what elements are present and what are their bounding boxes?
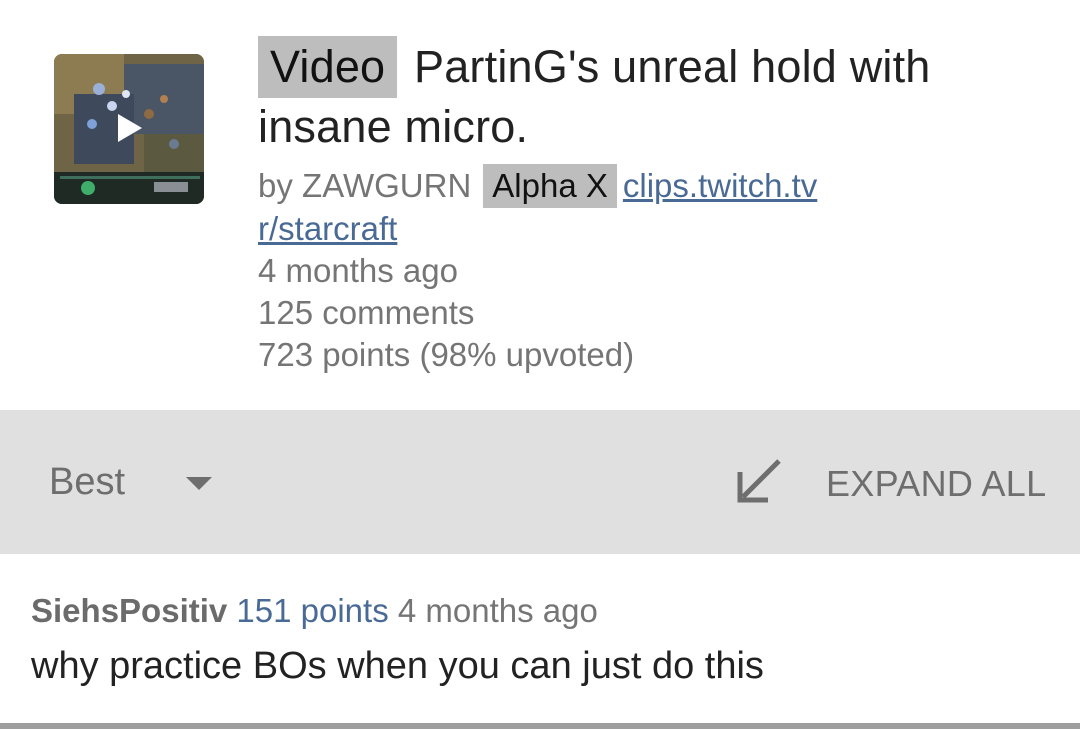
author-flair-badge: Alpha X bbox=[483, 164, 617, 208]
comment[interactable]: SiehsPositiv 151 points 4 months ago why… bbox=[0, 554, 1080, 724]
reddit-post-screen: Video PartinG's unreal hold with insane … bbox=[0, 0, 1080, 729]
post-author[interactable]: ZAWGURN bbox=[302, 167, 471, 204]
post-thumbnail[interactable] bbox=[54, 54, 204, 204]
post-age: 4 months ago bbox=[258, 252, 458, 289]
arrow-down-left-icon[interactable] bbox=[737, 458, 783, 504]
comment-points: 151 points bbox=[236, 592, 389, 629]
comment-sort-bar: Best EXPAND ALL bbox=[0, 410, 1080, 554]
comment-age: 4 months ago bbox=[397, 592, 598, 629]
post-byline: by ZAWGURN Alpha Xclips.twitch.tv bbox=[258, 164, 1048, 208]
bottom-divider bbox=[0, 723, 1080, 729]
subreddit-link[interactable]: r/starcraft bbox=[258, 210, 397, 247]
play-icon bbox=[118, 114, 142, 142]
post-score: 723 points (98% upvoted) bbox=[258, 336, 635, 373]
post-title[interactable]: Video PartinG's unreal hold with insane … bbox=[258, 36, 1048, 156]
post-header: Video PartinG's unreal hold with insane … bbox=[0, 0, 1080, 410]
subreddit-row: r/starcraft bbox=[258, 208, 1048, 250]
comment-count[interactable]: 125 comments bbox=[258, 292, 1048, 334]
expand-all-button[interactable]: EXPAND ALL bbox=[826, 461, 1046, 507]
dropdown-caret-icon[interactable] bbox=[186, 477, 212, 490]
comment-body: why practice BOs when you can just do th… bbox=[31, 645, 764, 687]
comment-author[interactable]: SiehsPositiv bbox=[31, 592, 227, 629]
post-domain-link[interactable]: clips.twitch.tv bbox=[623, 167, 817, 204]
author-prefix: by bbox=[258, 167, 293, 204]
sort-dropdown-label[interactable]: Best bbox=[49, 458, 125, 506]
comment-header: SiehsPositiv 151 points 4 months ago bbox=[31, 590, 598, 632]
post-text: Video PartinG's unreal hold with insane … bbox=[258, 36, 1048, 376]
post-flair-badge: Video bbox=[258, 36, 398, 98]
